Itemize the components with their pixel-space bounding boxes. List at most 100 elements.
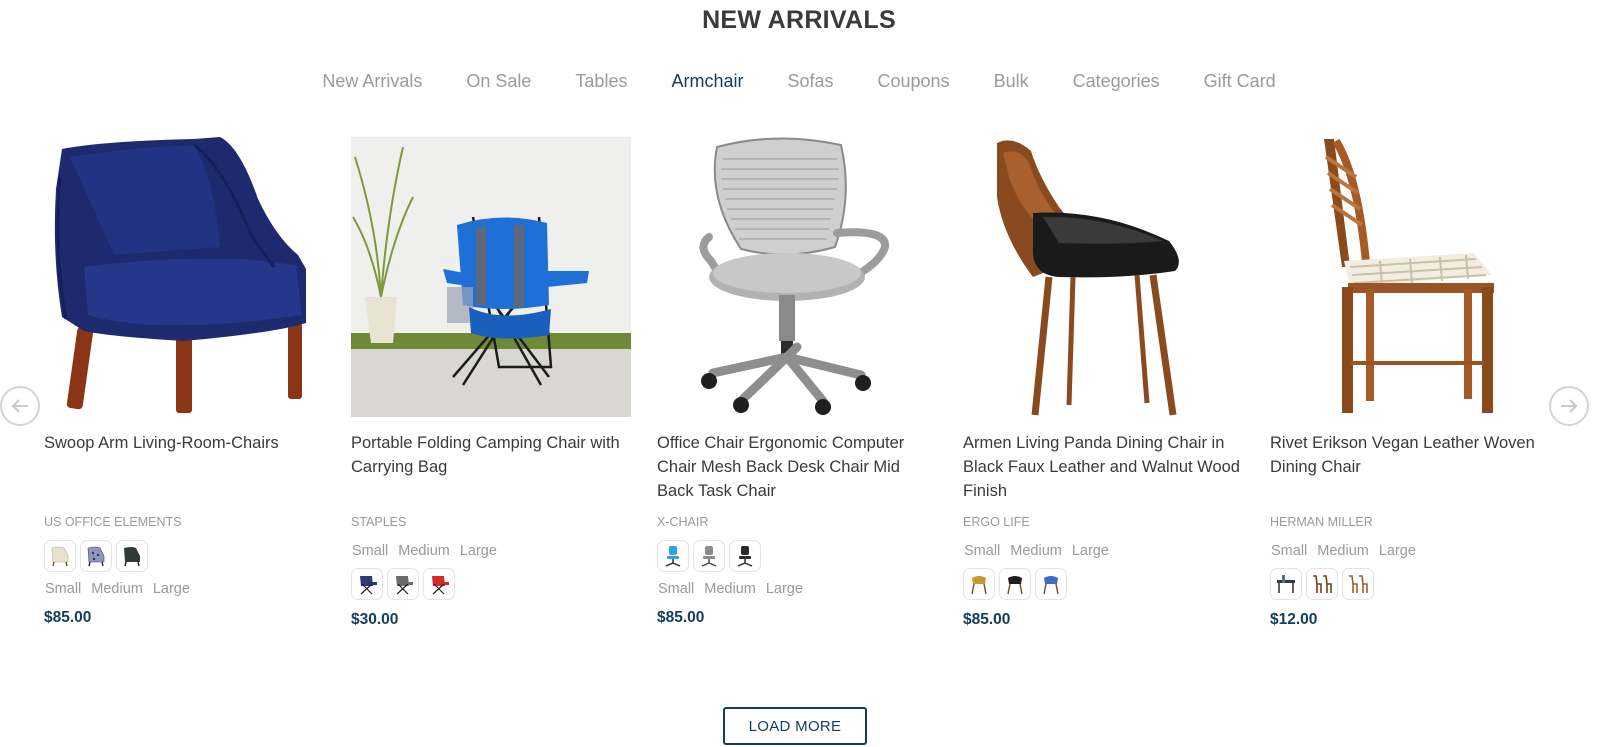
product-brand: ERGO LIFE xyxy=(963,515,1030,529)
tab-tables[interactable]: Tables xyxy=(575,68,627,94)
product-title[interactable]: Armen Living Panda Dining Chair in Black… xyxy=(963,431,1243,503)
color-swatches xyxy=(44,539,324,573)
swatch-black-office-chair[interactable] xyxy=(729,540,761,572)
color-swatches xyxy=(351,567,631,601)
size-large[interactable]: Large xyxy=(766,581,803,597)
product-card: Armen Living Panda Dining Chair in Black… xyxy=(963,137,1243,629)
brown-dining-chairs-icon xyxy=(1313,575,1332,593)
size-small[interactable]: Small xyxy=(658,581,694,597)
wood-dining-chairs-icon xyxy=(1349,575,1368,593)
tab-categories[interactable]: Categories xyxy=(1073,68,1160,94)
size-options: Small Medium Large xyxy=(964,541,1243,561)
swatch-grey-camping-chair[interactable] xyxy=(387,568,419,600)
product-brand: STAPLES xyxy=(351,515,407,529)
product-price: $85.00 xyxy=(44,609,92,626)
product-card: Rivet Erikson Vegan Leather Woven Dining… xyxy=(1270,137,1550,629)
product-card: Portable Folding Camping Chair with Carr… xyxy=(351,137,631,629)
product-image[interactable] xyxy=(1270,137,1550,417)
tab-bulk[interactable]: Bulk xyxy=(994,68,1029,94)
product-title[interactable]: Portable Folding Camping Chair with Carr… xyxy=(351,431,631,503)
woven-wood-dining-chair-image xyxy=(1324,138,1494,413)
load-more-button[interactable]: LOAD MORE xyxy=(723,707,867,745)
color-swatches xyxy=(1270,567,1550,601)
mustard-dining-chair-icon xyxy=(971,576,987,595)
swatch-grey-office-chair[interactable] xyxy=(693,540,725,572)
size-large[interactable]: Large xyxy=(1379,543,1416,559)
product-image[interactable] xyxy=(44,137,324,417)
tab-armchair[interactable]: Armchair xyxy=(671,68,743,94)
arrow-left-icon xyxy=(11,399,28,413)
swatch-black-dining-chair[interactable] xyxy=(999,568,1031,600)
size-small[interactable]: Small xyxy=(964,543,1000,559)
tab-new-arrivals[interactable]: New Arrivals xyxy=(322,68,422,94)
carousel-next-button[interactable] xyxy=(1549,386,1589,426)
size-medium[interactable]: Medium xyxy=(704,581,756,597)
section-title: NEW ARRIVALS xyxy=(702,6,896,34)
product-title[interactable]: Office Chair Ergonomic Computer Chair Me… xyxy=(657,431,937,503)
size-medium[interactable]: Medium xyxy=(1010,543,1062,559)
product-title[interactable]: Rivet Erikson Vegan Leather Woven Dining… xyxy=(1270,431,1550,503)
grey-camping-chair-icon xyxy=(396,576,413,595)
swatch-dark-dining-set[interactable] xyxy=(1270,568,1302,600)
swatch-brown-dining-chairs[interactable] xyxy=(1306,568,1338,600)
product-brand: X-CHAIR xyxy=(657,515,709,529)
product-card: Swoop Arm Living-Room-Chairs US OFFICE E… xyxy=(44,137,324,627)
black-office-chair-icon xyxy=(737,546,753,567)
size-large[interactable]: Large xyxy=(460,543,497,559)
dark-dining-set-icon xyxy=(1277,575,1295,593)
product-image[interactable] xyxy=(657,137,937,417)
tab-coupons[interactable]: Coupons xyxy=(878,68,950,94)
swatch-mustard-dining-chair[interactable] xyxy=(963,568,995,600)
size-medium[interactable]: Medium xyxy=(398,543,450,559)
size-medium[interactable]: Medium xyxy=(1317,543,1369,559)
size-large[interactable]: Large xyxy=(1072,543,1109,559)
dark-green-armchair-icon xyxy=(124,547,140,567)
product-price: $12.00 xyxy=(1270,611,1318,628)
swatch-cream-armchair[interactable] xyxy=(44,540,76,572)
navy-armchair-image xyxy=(54,137,306,417)
swatch-patterned-armchair[interactable] xyxy=(80,540,112,572)
size-small[interactable]: Small xyxy=(45,581,81,597)
product-price: $30.00 xyxy=(351,611,399,628)
size-options: Small Medium Large xyxy=(658,579,937,599)
size-options: Small Medium Large xyxy=(1271,541,1550,561)
arrow-right-icon xyxy=(1561,399,1578,413)
swatch-dark-green-armchair[interactable] xyxy=(116,540,148,572)
size-large[interactable]: Large xyxy=(153,581,190,597)
size-options: Small Medium Large xyxy=(45,579,324,599)
carousel-prev-button[interactable] xyxy=(0,386,40,426)
product-brand: US OFFICE ELEMENTS xyxy=(44,515,182,529)
swatch-blue-dining-chair[interactable] xyxy=(1035,568,1067,600)
product-brand: HERMAN MILLER xyxy=(1270,515,1373,529)
blue-office-chair-icon xyxy=(665,546,681,567)
size-small[interactable]: Small xyxy=(352,543,388,559)
swatch-wood-dining-chairs[interactable] xyxy=(1342,568,1374,600)
navy-camping-chair-icon xyxy=(360,576,377,595)
swatch-red-camping-chair[interactable] xyxy=(423,568,455,600)
cream-armchair-icon xyxy=(51,546,69,567)
product-image[interactable] xyxy=(963,137,1243,417)
patterned-armchair-icon xyxy=(87,546,105,567)
red-camping-chair-icon xyxy=(432,576,449,595)
color-swatches xyxy=(963,567,1243,601)
grey-office-chair-icon xyxy=(701,546,717,567)
product-price: $85.00 xyxy=(657,609,705,626)
blue-camping-chair-image xyxy=(351,137,631,417)
product-price: $85.00 xyxy=(963,611,1011,628)
size-small[interactable]: Small xyxy=(1271,543,1307,559)
black-dining-chair-icon xyxy=(1007,576,1023,595)
product-card: Office Chair Ergonomic Computer Chair Me… xyxy=(657,137,937,627)
product-image[interactable] xyxy=(351,137,631,417)
grey-mesh-office-chair-image xyxy=(699,137,889,415)
black-walnut-dining-chair-image xyxy=(997,140,1179,416)
swatch-navy-camping-chair[interactable] xyxy=(351,568,383,600)
tab-sofas[interactable]: Sofas xyxy=(787,68,833,94)
size-medium[interactable]: Medium xyxy=(91,581,143,597)
tab-gift-card[interactable]: Gift Card xyxy=(1204,68,1276,94)
swatch-blue-office-chair[interactable] xyxy=(657,540,689,572)
product-title[interactable]: Swoop Arm Living-Room-Chairs xyxy=(44,431,324,503)
tab-on-sale[interactable]: On Sale xyxy=(466,68,531,94)
size-options: Small Medium Large xyxy=(352,541,631,561)
category-tabs: New Arrivals On Sale Tables Armchair Sof… xyxy=(0,68,1598,94)
color-swatches xyxy=(657,539,937,573)
